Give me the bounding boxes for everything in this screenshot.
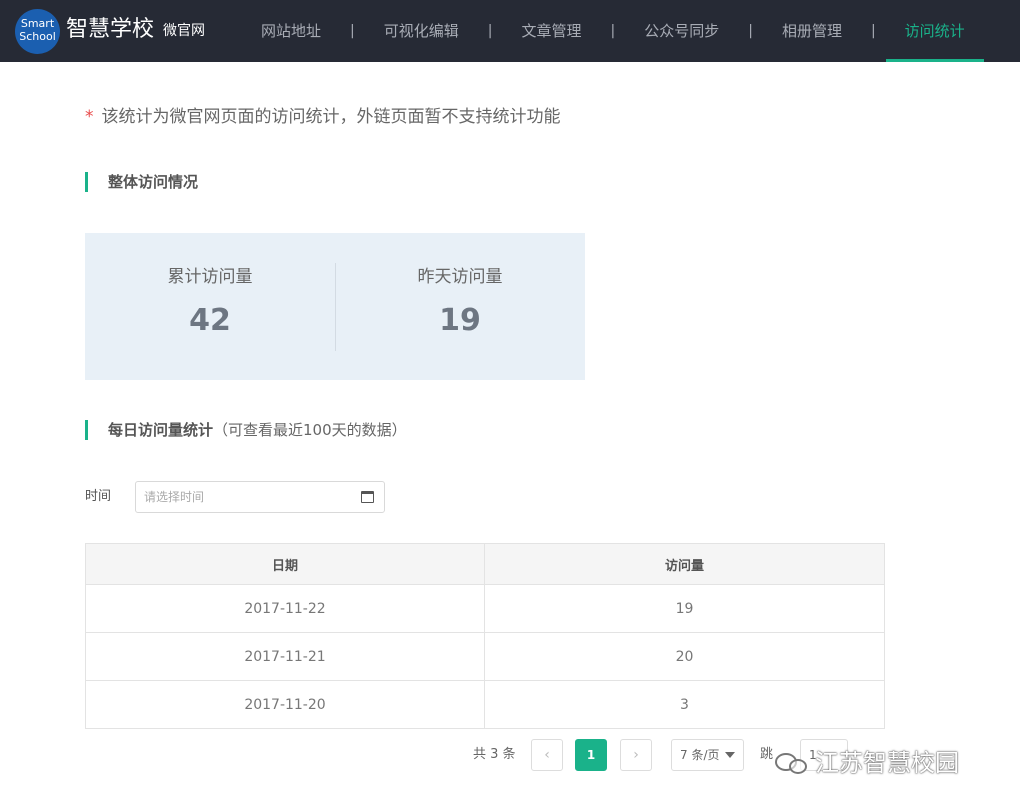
nav-website-address[interactable]: 网站地址	[232, 0, 350, 62]
cell-date: 2017-11-22	[85, 584, 485, 633]
daily-title-hint: （可查看最近100天的数据）	[213, 421, 407, 439]
table-row: 2017-11-22 19	[85, 584, 885, 633]
daily-title-text: 每日访问量统计	[108, 421, 214, 439]
main-nav: 网站地址 | 可视化编辑 | 文章管理 | 公众号同步 | 相册管理 | 访问统…	[232, 0, 994, 62]
daily-visits-table: 日期 访问量 2017-11-22 19 2017-11-21 20 2017-…	[85, 543, 885, 729]
yesterday-visits-label: 昨天访问量	[417, 267, 503, 287]
column-header-visits: 访问量	[484, 543, 885, 585]
statistics-notice: * 该统计为微官网页面的访问统计，外链页面暂不支持统计功能	[85, 104, 561, 130]
calendar-icon[interactable]	[361, 491, 374, 503]
nav-visit-statistics[interactable]: 访问统计	[876, 0, 994, 62]
column-header-date: 日期	[85, 543, 485, 585]
top-navbar: Smart School 智慧学校 微官网 网站地址 | 可视化编辑 | 文章管…	[0, 0, 1020, 62]
cell-visits: 3	[484, 680, 885, 729]
date-picker-input[interactable]	[136, 482, 346, 512]
table-row: 2017-11-20 3	[85, 680, 885, 729]
pagination-total: 共 3 条	[473, 747, 516, 762]
required-star: *	[85, 107, 94, 127]
nav-album-management[interactable]: 相册管理	[753, 0, 871, 62]
jump-label: 跳	[760, 747, 774, 762]
yesterday-visits-stat: 昨天访问量 19	[335, 233, 585, 380]
time-filter-label: 时间	[85, 489, 112, 504]
total-visits-label: 累计访问量	[167, 267, 253, 287]
page-size-value: 7 条/页	[680, 748, 720, 762]
overview-title-text: 整体访问情况	[108, 173, 199, 191]
overview-section-title: 整体访问情况	[85, 172, 198, 192]
cell-date: 2017-11-21	[85, 632, 485, 681]
date-picker[interactable]	[135, 481, 385, 513]
wechat-watermark: 江苏智慧校园	[773, 747, 959, 779]
caret-down-icon	[725, 752, 735, 758]
overview-stats-card: 累计访问量 42 昨天访问量 19	[85, 233, 585, 380]
nav-official-account-sync[interactable]: 公众号同步	[615, 0, 748, 62]
table-row: 2017-11-21 20	[85, 632, 885, 681]
logo-line2: School	[19, 30, 56, 43]
logo-line1: Smart	[20, 17, 55, 30]
next-page-button[interactable]: ›	[620, 739, 652, 771]
nav-visual-edit[interactable]: 可视化编辑	[355, 0, 488, 62]
page-size-select[interactable]: 7 条/页	[671, 739, 744, 771]
brand-name[interactable]: 智慧学校	[66, 16, 154, 44]
brand-subtitle: 微官网	[163, 23, 205, 39]
wechat-icon	[773, 749, 811, 777]
nav-article-management[interactable]: 文章管理	[492, 0, 610, 62]
cell-visits: 20	[484, 632, 885, 681]
smart-school-logo[interactable]: Smart School	[15, 9, 60, 54]
notice-text: 该统计为微官网页面的访问统计，外链页面暂不支持统计功能	[101, 107, 561, 127]
total-visits-value: 42	[189, 303, 231, 338]
daily-section-title: 每日访问量统计（可查看最近100天的数据）	[85, 420, 407, 440]
yesterday-visits-value: 19	[439, 303, 481, 338]
table-header-row: 日期 访问量	[85, 543, 885, 585]
cell-visits: 19	[484, 584, 885, 633]
total-visits-stat: 累计访问量 42	[85, 233, 335, 380]
page-1-button[interactable]: 1	[575, 739, 607, 771]
cell-date: 2017-11-20	[85, 680, 485, 729]
prev-page-button[interactable]: ‹	[531, 739, 563, 771]
watermark-text: 江苏智慧校园	[815, 749, 959, 777]
